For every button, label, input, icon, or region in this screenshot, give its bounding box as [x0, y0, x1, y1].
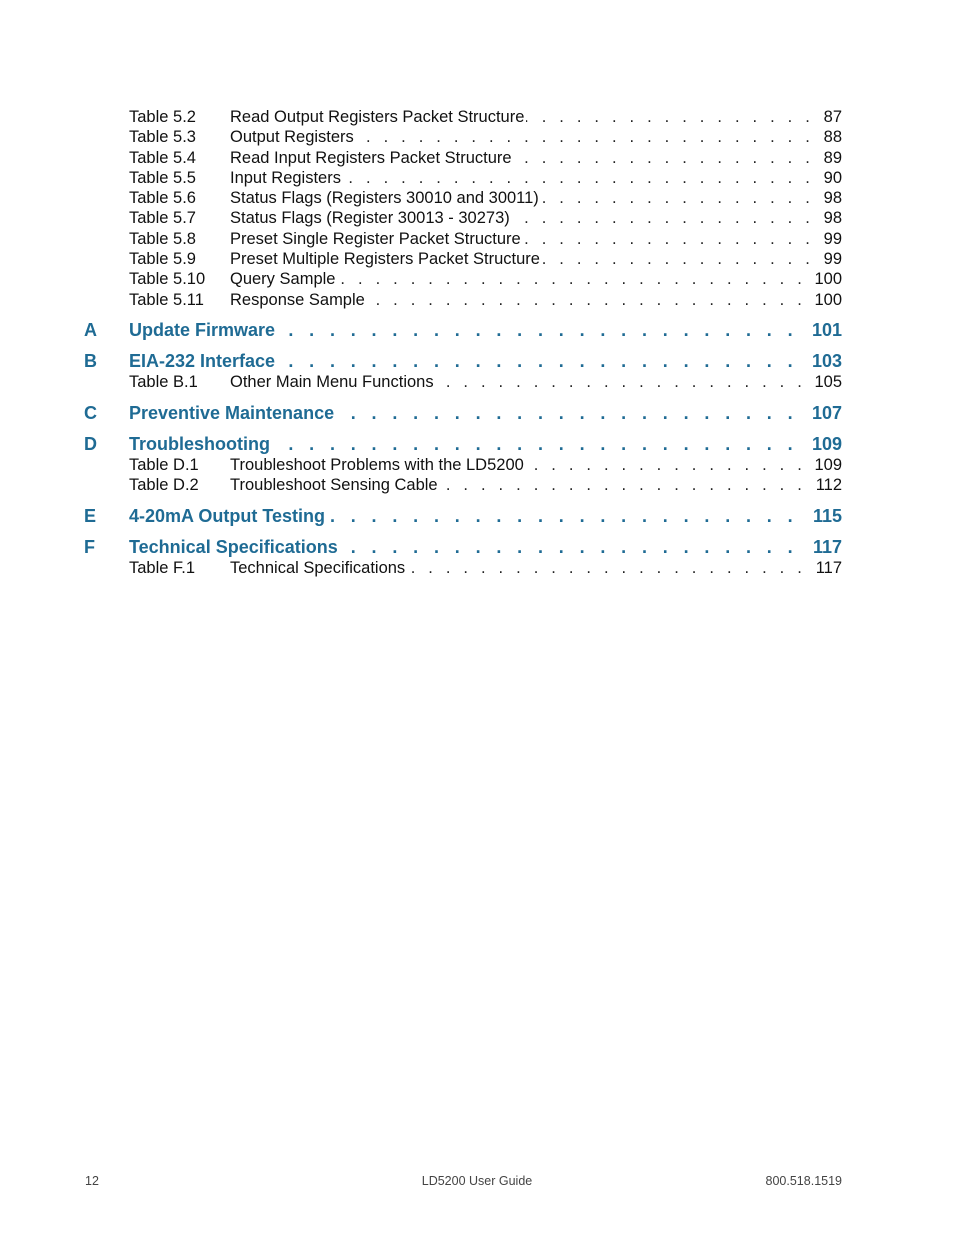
- toc-entry-number: Table 5.8: [129, 230, 196, 248]
- appendix-letter: A: [84, 320, 97, 340]
- toc-entry-page: 117: [815, 559, 842, 577]
- toc-entry-title: Status Flags (Register 30013 - 30273): [230, 208, 512, 228]
- toc-entry-title: Troubleshoot Sensing Cable: [230, 475, 440, 495]
- toc-entry[interactable]: Table D.2 . . . . . . . . . . . . . . . …: [0, 475, 954, 495]
- toc-entry-title: Output Registers: [230, 127, 356, 147]
- toc-entry[interactable]: Table D.1 . . . . . . . . . . . . . . . …: [0, 455, 954, 475]
- toc-entry[interactable]: Table 5.10 . . . . . . . . . . . . . . .…: [0, 269, 954, 289]
- toc-entry-title: Read Output Registers Packet Structure: [230, 107, 527, 127]
- toc-entry-title: Technical Specifications: [230, 558, 408, 578]
- appendix-title: Troubleshooting: [129, 432, 274, 456]
- toc-entry-number: Table 5.2: [129, 108, 196, 126]
- toc-entry-page: 100: [814, 270, 842, 288]
- toc-entry-number: Table D.2: [129, 476, 199, 494]
- toc-entry-page: 89: [823, 149, 842, 167]
- toc-entry-page: 100: [814, 291, 842, 309]
- toc-entry-number: Table 5.3: [129, 128, 196, 146]
- appendix-page: 107: [811, 403, 842, 423]
- toc-entry-number: Table 5.9: [129, 250, 196, 268]
- toc-entry-page: 98: [823, 189, 842, 207]
- toc-entry-number: Table F.1: [129, 559, 196, 577]
- toc-entry-page: 112: [815, 476, 842, 494]
- toc-entry-title: Troubleshoot Problems with the LD5200: [230, 455, 526, 475]
- toc-entry-title: Input Registers: [230, 168, 343, 188]
- toc-appendix[interactable]: E . . . . . . . . . . . . . . . . . . . …: [0, 504, 954, 528]
- toc-appendix[interactable]: A . . . . . . . . . . . . . . . . . . . …: [0, 318, 954, 342]
- toc-entry-page: 87: [823, 108, 842, 126]
- toc-entry[interactable]: Table 5.5 . . . . . . . . . . . . . . . …: [0, 168, 954, 188]
- appendix-page: 103: [811, 351, 842, 371]
- toc-entry-title: Status Flags (Registers 30010 and 30011): [230, 188, 541, 208]
- toc-entry[interactable]: Table B.1 . . . . . . . . . . . . . . . …: [0, 372, 954, 392]
- appendix-letter: C: [84, 403, 97, 423]
- toc-entry-page: 98: [823, 209, 842, 227]
- toc-entry-title: Query Sample: [230, 269, 338, 289]
- appendix-page: 117: [812, 537, 842, 557]
- toc-entry-title: Preset Single Register Packet Structure: [230, 229, 523, 249]
- toc-entry-title: Response Sample: [230, 290, 367, 310]
- toc-entry-title: Read Input Registers Packet Structure: [230, 148, 514, 168]
- toc-entry-number: Table 5.7: [129, 209, 196, 227]
- toc-entry[interactable]: Table 5.6 . . . . . . . . . . . . . . . …: [0, 188, 954, 208]
- toc-entry-page: 90: [823, 169, 842, 187]
- toc-entry-page: 109: [814, 456, 842, 474]
- toc-entry-title: Other Main Menu Functions: [230, 372, 436, 392]
- toc-entry-page: 88: [823, 128, 842, 146]
- toc-entry[interactable]: Table 5.9 . . . . . . . . . . . . . . . …: [0, 249, 954, 269]
- appendix-page: 109: [811, 434, 842, 454]
- toc-entry-number: Table 5.10: [129, 270, 206, 288]
- toc-entry-page: 99: [823, 230, 842, 248]
- toc-entry-number: Table 5.4: [129, 149, 196, 167]
- appendix-title: Update Firmware: [129, 318, 280, 342]
- toc-entry[interactable]: Table 5.7 . . . . . . . . . . . . . . . …: [0, 208, 954, 228]
- toc-entry[interactable]: Table F.1 . . . . . . . . . . . . . . . …: [0, 558, 954, 578]
- toc-entry-number: Table B.1: [129, 373, 198, 391]
- toc-appendix[interactable]: D . . . . . . . . . . . . . . . . . . . …: [0, 432, 954, 456]
- appendix-page: 101: [811, 320, 842, 340]
- toc-entry-page: 105: [814, 373, 842, 391]
- appendix-page: 115: [812, 506, 842, 526]
- appendix-letter: B: [84, 351, 97, 371]
- appendix-title: Technical Specifications: [129, 535, 342, 559]
- toc-entry-number: Table D.1: [129, 456, 199, 474]
- appendix-title: Preventive Maintenance: [129, 401, 339, 425]
- appendix-letter: E: [84, 506, 97, 526]
- toc-appendix[interactable]: F . . . . . . . . . . . . . . . . . . . …: [0, 535, 954, 559]
- toc-entry[interactable]: Table 5.4 . . . . . . . . . . . . . . . …: [0, 148, 954, 168]
- toc-entry-page: 99: [823, 250, 842, 268]
- toc-entry-number: Table 5.11: [129, 291, 204, 309]
- footer-phone: 800.518.1519: [765, 1174, 842, 1188]
- appendix-letter: F: [84, 537, 95, 557]
- toc-appendix[interactable]: B . . . . . . . . . . . . . . . . . . . …: [0, 349, 954, 373]
- appendix-letter: D: [84, 434, 97, 454]
- toc-entry[interactable]: Table 5.11 . . . . . . . . . . . . . . .…: [0, 290, 954, 310]
- toc-entry-number: Table 5.6: [129, 189, 196, 207]
- toc-entry[interactable]: Table 5.2 . . . . . . . . . . . . . . . …: [0, 107, 954, 127]
- appendix-title: 4-20mA Output Testing: [129, 504, 330, 528]
- toc-entry-number: Table 5.5: [129, 169, 196, 187]
- page-footer: 12 LD5200 User Guide 800.518.1519: [0, 1173, 954, 1189]
- toc-entry[interactable]: Table 5.3 . . . . . . . . . . . . . . . …: [0, 127, 954, 147]
- toc-entry-title: Preset Multiple Registers Packet Structu…: [230, 249, 542, 269]
- toc-entry[interactable]: Table 5.8 . . . . . . . . . . . . . . . …: [0, 229, 954, 249]
- toc-appendix[interactable]: C . . . . . . . . . . . . . . . . . . . …: [0, 401, 954, 425]
- appendix-title: EIA-232 Interface: [129, 349, 280, 373]
